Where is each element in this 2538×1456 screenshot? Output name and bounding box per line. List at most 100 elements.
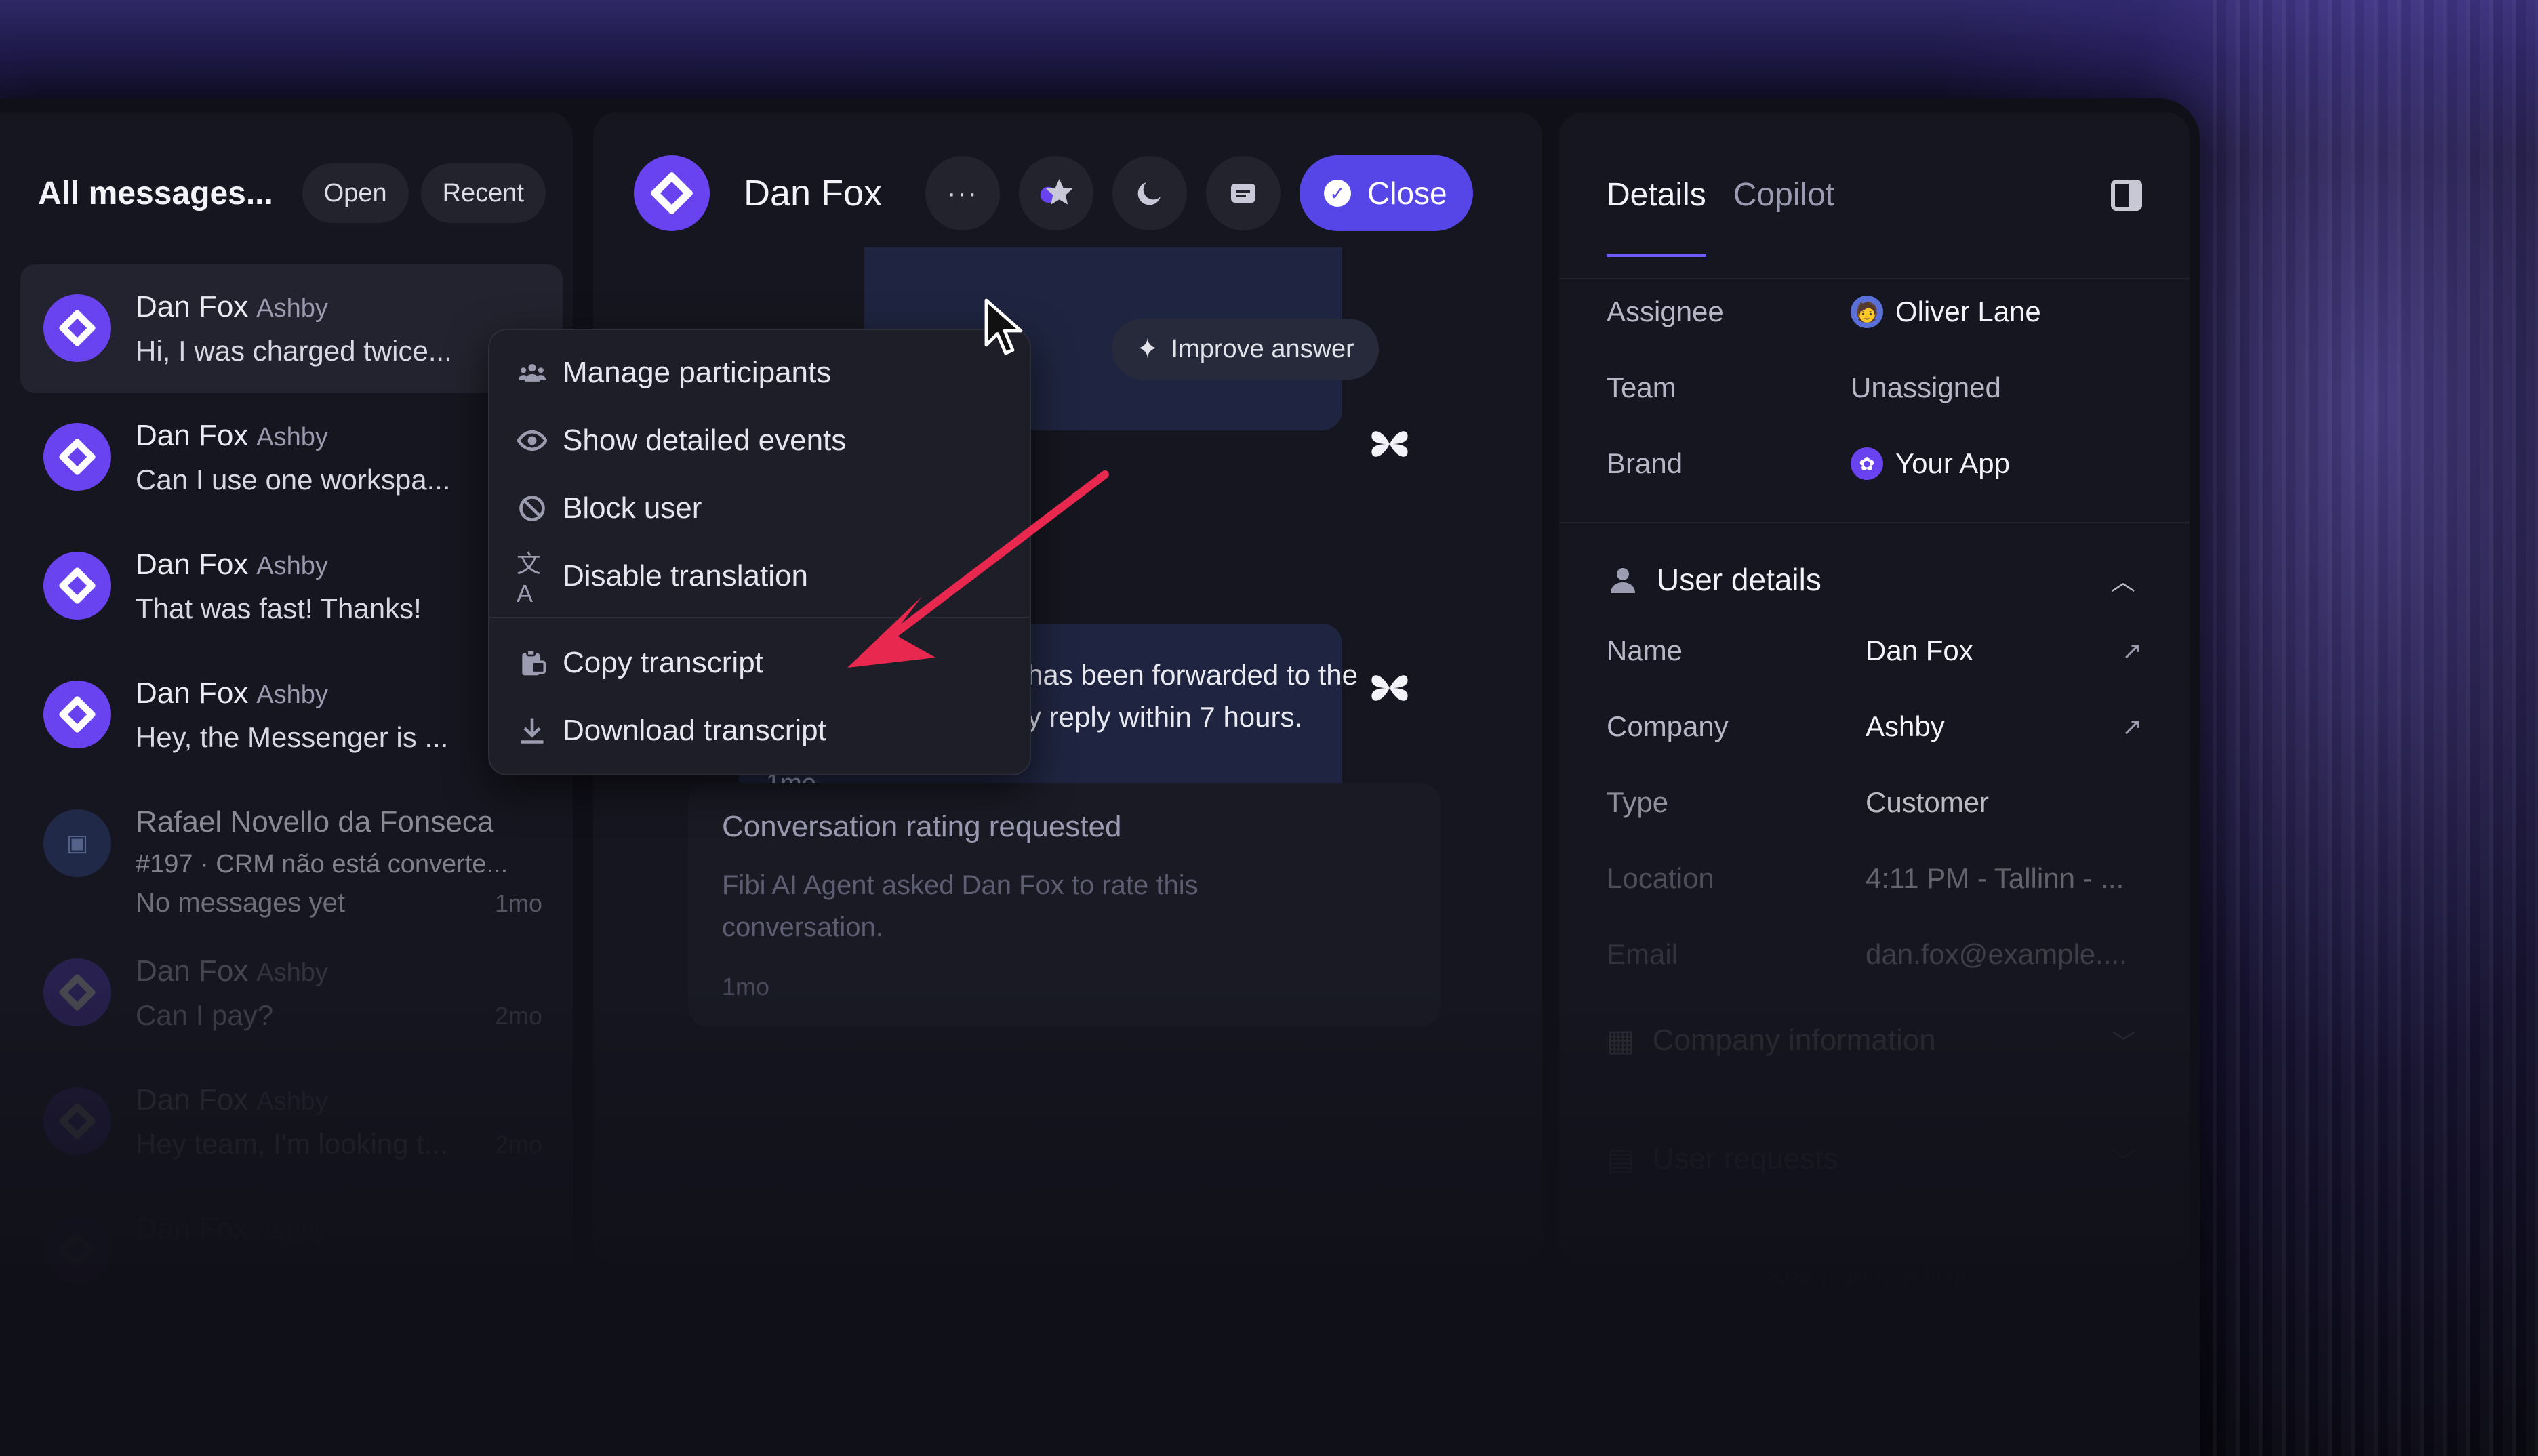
- message-preview: Can I use one workspa...: [136, 464, 451, 496]
- improve-answer-button[interactable]: ✦ Improve answer: [1112, 319, 1379, 380]
- mouse-cursor-icon: [984, 298, 1023, 355]
- contact-avatar: [43, 1216, 111, 1284]
- menu-item-label: Show detailed events: [563, 424, 847, 457]
- company-information-header[interactable]: ▦ Company information ﹀: [1607, 1013, 2135, 1068]
- priority-button[interactable]: [1019, 156, 1093, 230]
- menu-item-label: Block user: [563, 491, 702, 525]
- conversation-item[interactable]: Dan Fox Ashby Can I pay? 2mo: [20, 929, 563, 1057]
- contact-avatar: [43, 294, 111, 362]
- field-value: Dan Fox: [1866, 634, 1973, 666]
- contact-name: Dan Fox: [136, 1083, 249, 1116]
- details-tabs: Details Copilot: [1607, 176, 1861, 257]
- chevron-down-icon[interactable]: ﹀: [2112, 1024, 2135, 1057]
- building-icon: ▦: [1607, 1024, 1635, 1057]
- conversation-list-panel: All messages... Open Recent Dan Fox Ashby…: [0, 112, 573, 1284]
- field-value: dan.fox@example....: [1866, 938, 2127, 970]
- message-preview: That was fast! Thanks!: [136, 592, 422, 624]
- user-activity-label: See user's activity: [1767, 1263, 1974, 1293]
- contact-name: Rafael Novello da Fonseca: [136, 805, 494, 838]
- message-time: 1mo: [494, 889, 542, 917]
- user-requests-header[interactable]: ▤ User requests ﹀: [1607, 1132, 2135, 1186]
- assignee-row[interactable]: Assignee 🧑 Oliver Lane: [1607, 288, 2149, 336]
- rating-title: Conversation rating requested: [722, 810, 1122, 843]
- rating-time: 1mo: [722, 973, 770, 1000]
- snooze-button[interactable]: [1112, 156, 1187, 230]
- user-field-company[interactable]: Company Ashby ↗: [1607, 703, 2142, 750]
- ticket-icon: [1231, 184, 1255, 203]
- improve-answer-label: Improve answer: [1171, 334, 1354, 363]
- ai-agent-avatar-icon: [1371, 675, 1408, 701]
- more-options-button[interactable]: ···: [925, 156, 1000, 230]
- field-value: 4:11 PM - Tallinn - ...: [1866, 862, 2124, 894]
- user-activity-link[interactable]: See user's activity: [1607, 1251, 2135, 1305]
- moon-icon: [1137, 182, 1161, 205]
- menu-item-download-transcript[interactable]: Download transcript: [517, 700, 1009, 761]
- user-details-header[interactable]: User details ︿: [1607, 552, 2135, 607]
- details-panel: Details Copilot Assignee 🧑 Oliver Lane T…: [1559, 112, 2190, 1264]
- field-value: Ashby: [1866, 710, 1945, 742]
- field-label: Email: [1607, 938, 1678, 970]
- conversation-item[interactable]: Dan FoxAshby Can I use one workspa... 1: [20, 393, 563, 522]
- conversation-item[interactable]: Dan FoxAshby Hey, the Messenger is ... 1…: [20, 651, 563, 780]
- filter-open-button[interactable]: Open: [302, 163, 409, 223]
- tab-copilot[interactable]: Copilot: [1733, 176, 1834, 257]
- contact-avatar: [43, 423, 111, 491]
- user-field-type[interactable]: Type Customer: [1607, 779, 2142, 826]
- contact-avatar: [43, 1087, 111, 1155]
- contact-avatar: [43, 681, 111, 748]
- team-row[interactable]: Team Unassigned: [1607, 364, 2149, 411]
- conversation-list-header: All messages... Open Recent: [38, 159, 546, 227]
- contact-avatar: [43, 958, 111, 1026]
- convert-ticket-button[interactable]: [1206, 156, 1281, 230]
- contact-avatar: ▣: [43, 809, 111, 877]
- background-stripes: [2213, 0, 2538, 1456]
- company-information-title: Company information: [1652, 1024, 1936, 1057]
- conversation-item[interactable]: Dan Fox Ashby Hey team, I'm looking t... …: [20, 1057, 563, 1186]
- user-details-title: User details: [1657, 562, 1821, 597]
- user-field-location[interactable]: Location 4:11 PM - Tallinn - ...: [1607, 855, 2142, 902]
- block-icon: [517, 493, 548, 524]
- brand-row[interactable]: Brand ✿ Your App: [1607, 440, 2149, 487]
- menu-item-label: Disable translation: [563, 559, 808, 592]
- user-field-email[interactable]: Email dan.fox@example....: [1607, 931, 2142, 978]
- check-icon: ✓: [1324, 180, 1351, 207]
- user-field-name[interactable]: Name Dan Fox ↗: [1607, 627, 2142, 674]
- message-preview: Hey team, I'm looking t...: [136, 1128, 448, 1160]
- external-link-icon[interactable]: ↗: [2122, 712, 2142, 741]
- contact-avatar[interactable]: [634, 155, 710, 231]
- team-label: Team: [1607, 371, 1676, 403]
- field-label: Name: [1607, 634, 1683, 666]
- field-label: Location: [1607, 862, 1714, 894]
- menu-item-show-detailed-events[interactable]: Show detailed events: [517, 410, 1009, 471]
- message-preview-secondary: No messages yet: [136, 888, 346, 918]
- requests-icon: ▤: [1607, 1142, 1635, 1176]
- chevron-down-icon[interactable]: ﹀: [2112, 1143, 2135, 1176]
- inbox-title[interactable]: All messages...: [38, 175, 273, 212]
- close-conversation-button[interactable]: ✓ Close: [1300, 155, 1473, 231]
- sort-recent-button[interactable]: Recent: [420, 163, 546, 223]
- tab-details[interactable]: Details: [1607, 176, 1706, 257]
- contact-company: Ashby: [256, 423, 328, 451]
- download-icon: [517, 715, 548, 746]
- message-preview: #197 · CRM não está converte...: [136, 850, 508, 878]
- message-preview: Can I pay?: [136, 999, 274, 1031]
- conversation-item[interactable]: Dan Fox Ashby: [20, 1186, 563, 1315]
- menu-item-label: Manage participants: [563, 356, 832, 389]
- clipboard-icon: [517, 647, 548, 679]
- contact-name: Dan Fox: [136, 419, 249, 452]
- people-icon: [517, 357, 548, 388]
- app-window: All messages... Open Recent Dan Fox Ashby…: [0, 98, 2200, 1456]
- ellipsis-icon: ···: [947, 178, 978, 208]
- menu-item-manage-participants[interactable]: Manage participants: [517, 342, 1009, 403]
- conversation-header: Dan Fox ··· ✓ Close: [634, 153, 1515, 234]
- contact-name: Dan Fox: [136, 548, 249, 581]
- contact-name: Dan Fox: [136, 954, 249, 988]
- external-link-icon[interactable]: ↗: [2122, 636, 2142, 665]
- conversation-item[interactable]: Dan FoxAshby That was fast! Thanks! 3: [20, 522, 563, 651]
- chevron-up-icon[interactable]: ︿: [2111, 562, 2135, 597]
- conversation-item[interactable]: ▣ Rafael Novello da Fonseca #197 · CRM n…: [20, 780, 563, 922]
- contact-name[interactable]: Dan Fox: [744, 172, 906, 214]
- reply-text-line2: y reply within 7 hours.: [1027, 701, 1303, 733]
- panel-layout-icon[interactable]: [2111, 180, 2142, 211]
- conversation-item[interactable]: Dan Fox Ashby Hi, I was charged twice... …: [20, 264, 563, 393]
